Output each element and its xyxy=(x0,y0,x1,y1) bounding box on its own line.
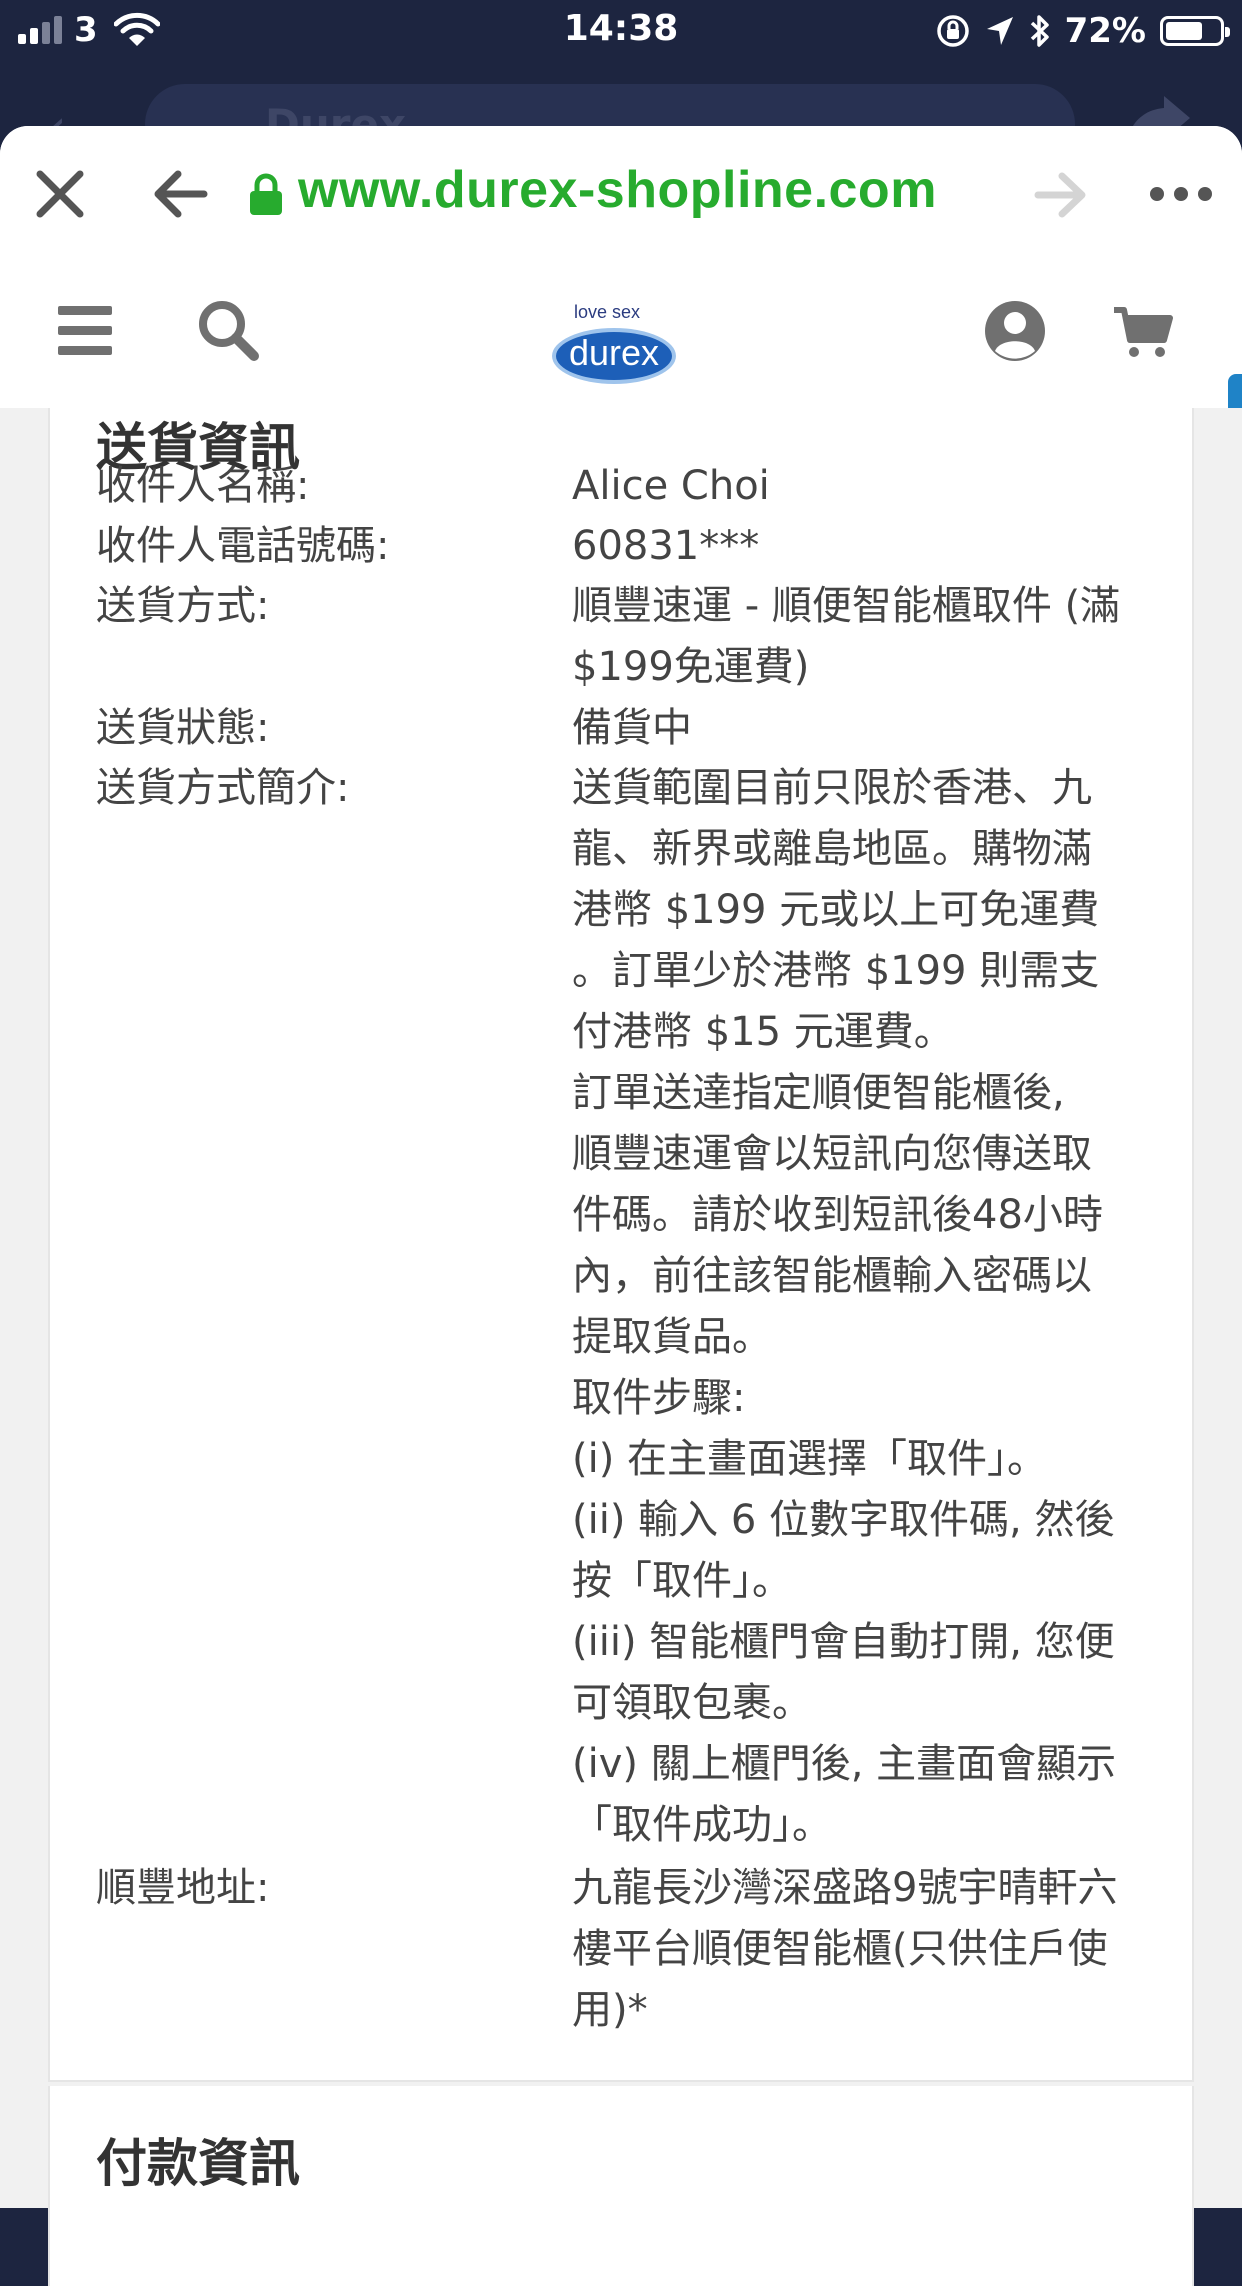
value-line: 龍、新界或離島地區。購物滿 xyxy=(572,826,1092,872)
value-line: 順豐速運會以短訊向您傳送取 xyxy=(572,1131,1092,1177)
value-line: 按「取件」。 xyxy=(572,1558,792,1604)
close-icon[interactable] xyxy=(30,164,90,224)
value-line: $199免運費) xyxy=(572,644,810,690)
account-icon[interactable] xyxy=(982,298,1048,364)
payment-section-title: 付款資訊 xyxy=(96,2135,301,2194)
value-line: 付港幣 $15 元運費。 xyxy=(572,1009,954,1055)
battery-percentage: 72% xyxy=(1064,11,1146,51)
cart-icon[interactable] xyxy=(1112,304,1174,360)
url-field[interactable]: www.durex-shopline.com xyxy=(298,160,937,220)
page-content: 送貨資訊 收件人名稱: Alice Choi 收件人電話號碼: 60831***… xyxy=(0,408,1242,2286)
value-line: 。訂單少於港幣 $199 則需支 xyxy=(572,948,1100,994)
value-line: Alice Choi xyxy=(572,463,770,509)
value-line: 取件步驟: xyxy=(572,1375,746,1421)
browser-toolbar: www.durex-shopline.com xyxy=(0,126,1242,260)
value-line: (ii) 輸入 6 位數字取件碼, 然後 xyxy=(572,1497,1115,1543)
field-label: 收件人電話號碼: xyxy=(96,523,390,569)
value-line: 送貨範圍目前只限於香港、九 xyxy=(572,765,1092,811)
value-line: 提取貨品。 xyxy=(572,1314,772,1360)
value-line: 「取件成功」。 xyxy=(572,1802,832,1848)
field-label: 收件人名稱: xyxy=(96,463,310,509)
logo-tagline: love sex xyxy=(574,302,641,322)
value-line: (i) 在主畫面選擇「取件」。 xyxy=(572,1436,1048,1482)
logo-oval: durex xyxy=(552,328,676,384)
forward-arrow-icon[interactable] xyxy=(1034,170,1090,220)
menu-icon[interactable] xyxy=(58,306,112,356)
field-label: 送貨方式簡介: xyxy=(96,765,350,811)
field-value: 備貨中 xyxy=(572,698,1152,759)
value-line: 內，前往該智能櫃輸入密碼以 xyxy=(572,1253,1092,1299)
logo-wordmark: durex xyxy=(568,332,660,373)
search-icon[interactable] xyxy=(196,298,260,362)
orientation-lock-icon xyxy=(936,15,969,47)
value-line: 60831*** xyxy=(572,523,760,569)
value-line: 訂單送達指定順便智能櫃後, xyxy=(572,1070,1065,1116)
field-value: 九龍長沙灣深盛路9號宇晴軒六 樓平台順便智能櫃(只供住戶使 用)* xyxy=(572,1858,1152,2041)
value-line: 件碼。請於收到短訊後48小時 xyxy=(572,1192,1103,1238)
field-value: Alice Choi xyxy=(572,456,1152,517)
durex-logo[interactable]: love sex durex xyxy=(548,284,688,390)
value-line: 用)* xyxy=(572,1987,648,2033)
bluetooth-icon xyxy=(1030,15,1049,47)
battery-icon xyxy=(1160,16,1230,46)
site-header: love sex durex xyxy=(0,258,1242,410)
value-line: 可領取包裹。 xyxy=(572,1680,812,1726)
status-bar: 3 14:38 72% xyxy=(0,0,1242,62)
value-line: 港幣 $199 元或以上可免運費 xyxy=(572,887,1100,933)
shipping-info-panel: 送貨資訊 收件人名稱: Alice Choi 收件人電話號碼: 60831***… xyxy=(48,408,1194,2082)
back-arrow-icon[interactable] xyxy=(150,166,210,222)
value-line: 備貨中 xyxy=(572,705,692,751)
value-line: 九龍長沙灣深盛路9號宇晴軒六 xyxy=(572,1865,1118,1911)
field-value: 順豐速運 - 順便智能櫃取件 (滿 $199免運費) xyxy=(572,576,1152,698)
field-label: 送貨狀態: xyxy=(96,705,270,751)
field-label: 順豐地址: xyxy=(96,1865,270,1911)
location-arrow-icon xyxy=(986,17,1013,45)
value-line: 樓平台順便智能櫃(只供住戶使 xyxy=(572,1926,1108,1972)
value-line: 順豐速運 - 順便智能櫃取件 (滿 xyxy=(572,583,1121,629)
more-options-icon[interactable] xyxy=(1148,184,1214,204)
field-label: 送貨方式: xyxy=(96,583,270,629)
value-line: (iv) 關上櫃門後, 主畫面會顯示 xyxy=(572,1741,1117,1787)
field-value: 60831*** xyxy=(572,516,1152,577)
background-app-bar: ‹ Durex xyxy=(0,62,1242,164)
payment-info-panel: 付款資訊 xyxy=(48,2086,1194,2286)
lock-icon xyxy=(250,173,282,215)
field-value: 送貨範圍目前只限於香港、九 龍、新界或離島地區。購物滿 港幣 $199 元或以上… xyxy=(572,758,1152,1856)
value-line: (iii) 智能櫃門會自動打開, 您便 xyxy=(572,1619,1115,1665)
